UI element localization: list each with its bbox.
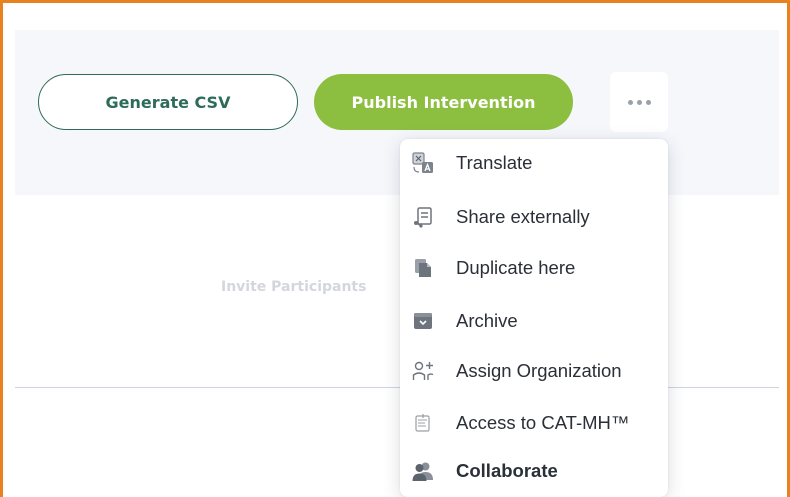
- menu-item-label: Translate: [456, 152, 533, 173]
- menu-item-duplicate-here[interactable]: Duplicate here: [400, 246, 668, 290]
- cat-mh-icon: [412, 412, 434, 434]
- generate-csv-button[interactable]: Generate CSV: [38, 74, 298, 130]
- menu-item-translate[interactable]: Translate: [400, 141, 668, 185]
- menu-item-label: Assign Organization: [456, 360, 622, 381]
- menu-item-label: Duplicate here: [456, 257, 576, 278]
- menu-item-assign-organization[interactable]: Assign Organization: [400, 349, 668, 393]
- share-icon: [412, 206, 434, 228]
- menu-item-label: Share externally: [456, 206, 590, 227]
- archive-icon: [412, 310, 434, 332]
- more-options-button[interactable]: [610, 72, 668, 132]
- duplicate-icon: [412, 257, 434, 279]
- collaborate-icon: [412, 460, 434, 482]
- publish-intervention-button[interactable]: Publish Intervention: [314, 74, 573, 130]
- menu-item-share-externally[interactable]: Share externally: [400, 195, 668, 239]
- top-strip: [3, 3, 787, 30]
- more-options-menu: Translate Share externally Duplicate her…: [400, 139, 668, 497]
- invite-participants-label: Invite Participants: [221, 279, 367, 295]
- assign-organization-icon: [412, 360, 434, 382]
- menu-item-archive[interactable]: Archive: [400, 299, 668, 343]
- ellipsis-icon: [645, 99, 651, 105]
- menu-item-label: Collaborate: [456, 460, 558, 481]
- translate-icon: [412, 152, 434, 174]
- ellipsis-icon: [627, 99, 633, 105]
- menu-item-collaborate[interactable]: Collaborate: [400, 449, 668, 493]
- menu-item-access-cat-mh[interactable]: Access to CAT-MH™: [400, 401, 668, 445]
- menu-item-label: Access to CAT-MH™: [456, 412, 630, 433]
- menu-item-label: Archive: [456, 310, 518, 331]
- window-frame: Invite Participants Generate CSV Publish…: [0, 0, 790, 497]
- ellipsis-icon: [636, 99, 642, 105]
